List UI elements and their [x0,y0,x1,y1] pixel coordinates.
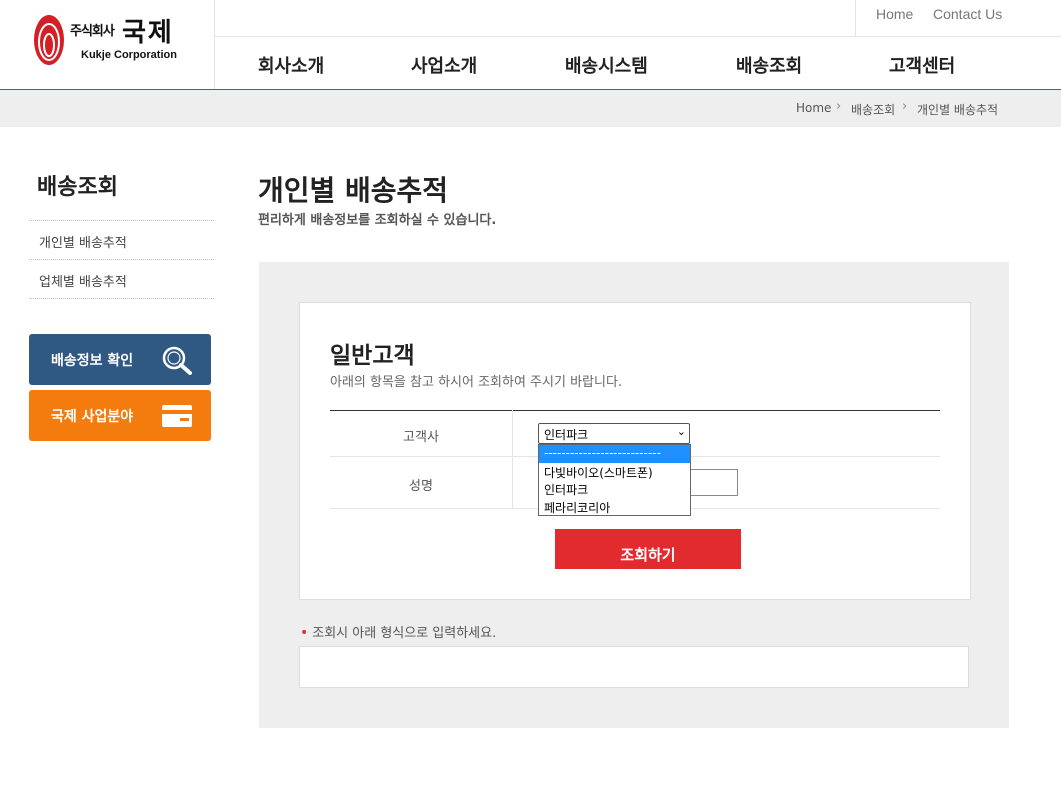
submit-lookup-button[interactable]: 조회하기 [555,529,741,569]
format-example-box [299,646,969,688]
utility-divider [855,0,856,36]
form-title: 일반고객 [330,343,415,369]
dropdown-option[interactable]: --------------------------- [539,445,690,463]
nav-item-delivery-lookup[interactable]: 배송조회 [736,52,802,78]
utility-bar: Home Contact Us [215,0,1061,37]
delivery-info-button[interactable]: 배송정보 확인 [29,334,211,385]
util-contact-link[interactable]: Contact Us [933,6,1002,22]
breadcrumb: Home › 배송조회 › 개인별 배송추적 [0,90,1061,127]
input-format-note-text: 조회시 아래 형식으로 입력하세요. [312,626,497,641]
business-area-label: 국제 사업분야 [51,409,134,425]
dropdown-option[interactable]: 다빛바이오(스마트폰) [539,463,690,481]
name-field[interactable] [688,469,738,496]
nav-item-business[interactable]: 사업소개 [411,52,477,78]
bullet-icon: • [300,625,309,641]
nav-item-delivery-system[interactable]: 배송시스템 [565,52,648,78]
breadcrumb-current: 개인별 배송추적 [917,103,999,117]
util-home-link[interactable]: Home [876,6,913,22]
breadcrumb-delivery-lookup[interactable]: 배송조회 [851,101,895,118]
dropdown-option[interactable]: 인터파크 [539,480,690,498]
logo-korean-big: 국제 [122,18,174,48]
sidebar-title: 배송조회 [37,175,118,200]
logo[interactable]: 주식회사 국제 Kukje Corporation [0,0,215,89]
company-select-value: 인터파크 [544,428,589,442]
sidebar-item-company-tracking[interactable]: 업체별 배송추적 [29,260,214,299]
input-format-note: • 조회시 아래 형식으로 입력하세요. [300,622,496,641]
form-description: 아래의 항목을 참고 하시어 조회하여 주시기 바랍니다. [330,375,623,390]
sidebar-menu: 개인별 배송추적 업체별 배송추적 [29,220,214,299]
sidebar-item-individual-tracking[interactable]: 개인별 배송추적 [29,221,214,260]
chevron-right-icon: › [902,99,908,114]
name-label: 성명 [409,479,433,494]
company-dropdown-list[interactable]: --------------------------- 다빛바이오(스마트폰) … [538,444,691,516]
delivery-info-label: 배송정보 확인 [51,353,134,369]
chevron-right-icon: › [836,99,842,114]
company-label: 고객사 [403,430,439,445]
page-title: 개인별 배송추적 [258,174,449,207]
form-top-divider [330,410,940,411]
business-area-button[interactable]: 국제 사업분야 [29,390,211,441]
logo-korean-small: 주식회사 [70,24,115,39]
form-column-divider [512,410,513,508]
site-header: 주식회사 국제 Kukje Corporation Home Contact U… [0,0,1061,90]
dropdown-option[interactable]: 페라리코리아 [539,498,690,516]
search-icon [162,346,192,375]
breadcrumb-home[interactable]: Home [796,101,831,115]
company-select[interactable]: 인터파크 ⌄ [538,423,690,444]
logo-mark-icon [34,15,64,65]
nav-item-customer-center[interactable]: 고객센터 [889,52,955,78]
card-icon [162,405,192,427]
page-description: 편리하게 배송정보를 조회하실 수 있습니다. [258,213,497,228]
nav-item-company[interactable]: 회사소개 [258,52,324,78]
chevron-down-icon: ⌄ [676,425,686,438]
logo-english: Kukje Corporation [81,49,177,61]
